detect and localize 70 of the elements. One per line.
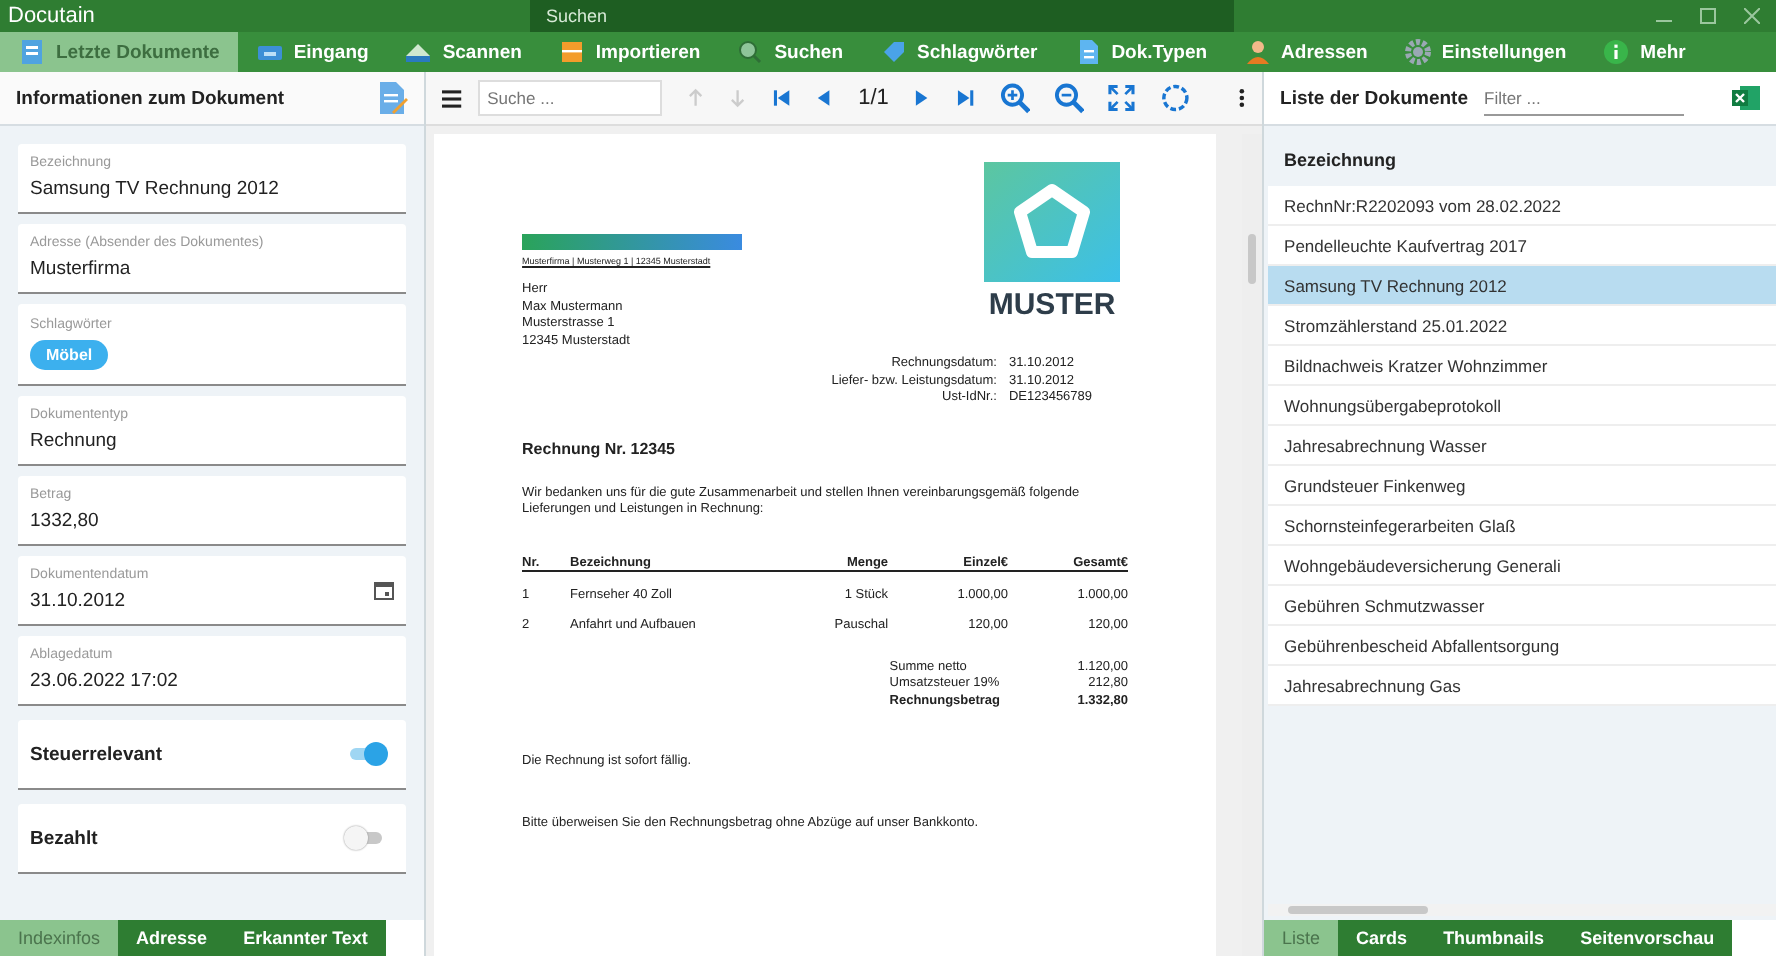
logo-text: MUSTER: [988, 288, 1116, 322]
search-icon: [736, 38, 765, 66]
document-edit-icon[interactable]: [376, 80, 409, 116]
info-icon: [1602, 38, 1631, 66]
list-item[interactable]: Stromzählerstand 25.01.2022: [1268, 306, 1776, 346]
switch-label: Steuerrelevant: [30, 743, 163, 765]
list-item[interactable]: Jahresabrechnung Gas: [1268, 666, 1776, 706]
last-page-icon[interactable]: [955, 88, 976, 108]
spreadsheet-icon[interactable]: [1732, 84, 1760, 112]
menu-tab[interactable]: Mehr: [1584, 32, 1704, 72]
close-icon[interactable]: [1744, 8, 1760, 24]
field-value: 1332,80: [30, 510, 101, 532]
tab[interactable]: Cards: [1338, 920, 1426, 956]
list-item[interactable]: Gebühren Schmutzwasser: [1268, 586, 1776, 626]
list-item[interactable]: Pendelleuchte Kaufvertrag 2017: [1268, 226, 1776, 266]
tab[interactable]: Adresse: [118, 920, 226, 956]
switch-label: Bezahlt: [30, 827, 98, 849]
tag-icon: [879, 38, 907, 66]
menu-tab[interactable]: Dok.Typen: [1055, 32, 1226, 72]
field-value: Musterfirma: [30, 258, 133, 280]
panel-title: Informationen zum Dokument: [16, 87, 287, 109]
list-item[interactable]: Schornsteinfegerarbeiten Glaß: [1268, 506, 1776, 546]
toggle-switch[interactable]: [350, 748, 383, 760]
search-field[interactable]: Suche ...: [477, 80, 662, 116]
field-value: 31.10.2012: [30, 590, 128, 612]
menu-tab[interactable]: Importieren: [539, 32, 719, 72]
settings-icon: [1403, 38, 1432, 66]
list-item[interactable]: Grundsteuer Finkenweg: [1268, 466, 1776, 506]
app-logo: Docutain: [6, 4, 97, 28]
menu-icon[interactable]: [442, 89, 462, 107]
more-icon[interactable]: [1238, 88, 1247, 108]
field-value: Samsung TV Rechnung 2012: [30, 178, 281, 200]
toggle-switch[interactable]: [350, 832, 383, 844]
first-page-icon[interactable]: [771, 88, 791, 108]
tab[interactable]: Thumbnails: [1425, 920, 1563, 956]
menu-tab[interactable]: Suchen: [718, 32, 861, 72]
invoice-heading: Rechnung Nr. 12345: [522, 439, 678, 457]
field-value: 23.06.2022 17:02: [30, 670, 180, 692]
maximize-icon[interactable]: [1700, 8, 1716, 24]
page-counter: 1/1: [858, 86, 889, 110]
field-value: Rechnung: [30, 430, 119, 452]
scanner-icon: [404, 38, 433, 66]
scrollbar[interactable]: [1268, 904, 1776, 916]
list-item[interactable]: RechnNr:R2202093 vom 28.02.2022: [1268, 186, 1776, 226]
fit-screen-icon[interactable]: [1108, 84, 1136, 112]
person-icon: [1243, 38, 1272, 66]
list-item[interactable]: Jahresabrechnung Wasser: [1268, 426, 1776, 466]
menu-tab[interactable]: Einstellungen: [1385, 32, 1585, 72]
calendar-icon[interactable]: [374, 580, 395, 600]
list-item[interactable]: Wohngebäudeversicherung Generali: [1268, 546, 1776, 586]
folder-icon: [557, 38, 586, 66]
menu-tab[interactable]: Eingang: [237, 32, 387, 72]
menu-tab[interactable]: Schlagwörter: [861, 32, 1056, 72]
list-item[interactable]: Gebührenbescheid Abfallentsorgung: [1268, 626, 1776, 666]
panel-title: Liste der Dokumente: [1280, 87, 1468, 109]
document-icon: [18, 38, 46, 66]
zoom-in-icon[interactable]: [999, 82, 1030, 114]
previous-page-icon[interactable]: [814, 88, 835, 108]
menu-tab[interactable]: Adressen: [1225, 32, 1386, 72]
next-page-icon[interactable]: [912, 88, 932, 108]
list-item[interactable]: Bildnachweis Kratzer Wohnzimmer: [1268, 346, 1776, 386]
pentagon-logo-icon: [984, 162, 1121, 282]
menu-tab[interactable]: Scannen: [386, 32, 540, 72]
filter-field[interactable]: Filter ...: [1484, 81, 1684, 115]
tab[interactable]: Erkannter Text: [225, 920, 386, 956]
search-field[interactable]: Suchen: [530, 0, 1234, 32]
list-item[interactable]: Wohnungsübergabeprotokoll: [1268, 386, 1776, 426]
list-item[interactable]: Samsung TV Rechnung 2012: [1268, 266, 1776, 306]
zoom-out-icon[interactable]: [1053, 82, 1085, 114]
tab[interactable]: Seitenvorschau: [1562, 920, 1733, 956]
